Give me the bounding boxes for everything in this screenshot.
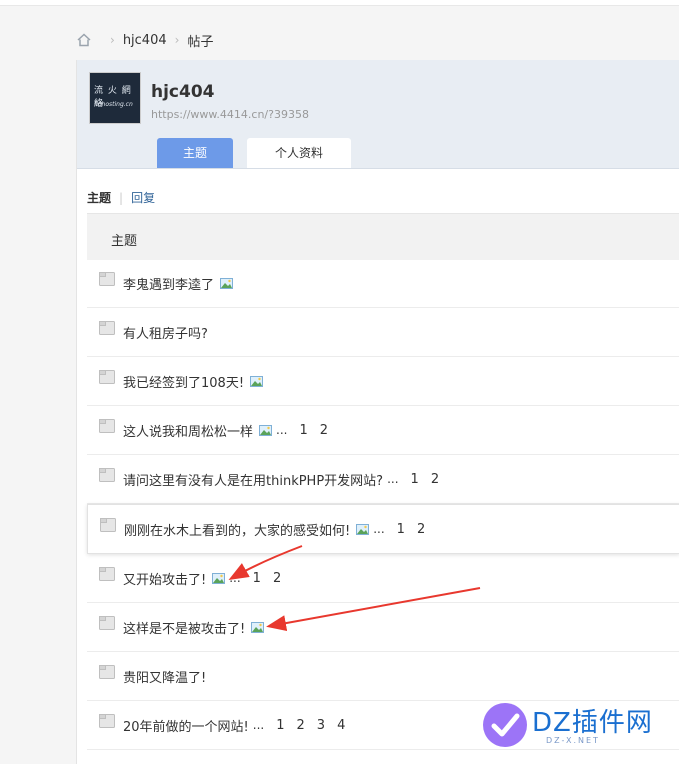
- page-ellipsis: ...: [387, 472, 399, 486]
- top-bar: [0, 0, 679, 6]
- folder-icon: [99, 616, 115, 630]
- table-header: 主题: [87, 213, 679, 260]
- table-row[interactable]: 这人说我和周松松一样... 1 2: [87, 406, 679, 455]
- thread-title[interactable]: 李鬼遇到李逵了: [123, 274, 214, 293]
- avatar-logo-domain: flohosting.cn: [94, 101, 133, 108]
- page-link[interactable]: 2: [297, 718, 305, 733]
- folder-icon: [100, 518, 116, 532]
- page-link[interactable]: 1: [397, 522, 405, 537]
- thread-list: 李鬼遇到李逵了 有人租房子吗? 我已经签到了108天! 这人说我和周松松一样... 1 2…: [87, 259, 679, 750]
- image-attachment-icon: [251, 621, 265, 633]
- folder-icon: [99, 468, 115, 482]
- filter-replies[interactable]: 回复: [131, 191, 155, 205]
- page-ellipsis: ...: [229, 571, 241, 585]
- profile-header: 流 火 網 絡 flohosting.cn hjc404 https://www…: [77, 60, 679, 169]
- page-link[interactable]: 2: [417, 522, 425, 537]
- image-attachment-icon: [259, 424, 273, 436]
- table-row[interactable]: 李鬼遇到李逵了: [87, 259, 679, 308]
- home-icon[interactable]: [76, 32, 92, 48]
- watermark: DZ插件网 DZ-X.NET: [476, 696, 676, 754]
- table-row[interactable]: 又开始攻击了!... 1 2: [87, 554, 679, 603]
- page-ellipsis: ...: [373, 522, 385, 536]
- page-link[interactable]: 2: [320, 423, 328, 438]
- filter-threads[interactable]: 主题: [87, 191, 111, 205]
- page-link[interactable]: 4: [337, 718, 345, 733]
- watermark-logo-icon: [483, 703, 527, 747]
- image-attachment-icon: [250, 375, 264, 387]
- filter-bar: 主题 | 回复: [87, 189, 155, 206]
- username[interactable]: hjc404: [151, 82, 215, 102]
- folder-icon: [99, 419, 115, 433]
- breadcrumb-user[interactable]: hjc404: [123, 33, 167, 48]
- thread-title[interactable]: 又开始攻击了!: [123, 569, 206, 588]
- image-attachment-icon: [220, 277, 234, 289]
- thread-title[interactable]: 请问这里有没有人是在用thinkPHP开发网站?: [123, 470, 383, 489]
- watermark-brand: DZ插件网: [532, 708, 653, 738]
- folder-icon: [99, 321, 115, 335]
- table-row[interactable]: 请问这里有没有人是在用thinkPHP开发网站?... 1 2: [87, 455, 679, 504]
- table-row[interactable]: 贵阳又降温了!: [87, 652, 679, 701]
- thread-title[interactable]: 这样是不是被攻击了!: [123, 618, 245, 637]
- main-panel: 流 火 網 絡 flohosting.cn hjc404 https://www…: [76, 60, 679, 764]
- page-link[interactable]: 2: [273, 571, 281, 586]
- page-ellipsis: ...: [252, 718, 265, 732]
- watermark-domain: DZ-X.NET: [546, 736, 600, 745]
- thread-title[interactable]: 我已经签到了108天!: [123, 372, 244, 391]
- page-link[interactable]: 1: [411, 472, 419, 487]
- thread-title[interactable]: 贵阳又降温了!: [123, 667, 206, 686]
- folder-icon: [99, 665, 115, 679]
- breadcrumb-current: 帖子: [187, 34, 214, 50]
- table-row[interactable]: 刚刚在水木上看到的，大家的感受如何!... 1 2: [87, 504, 679, 554]
- breadcrumb: › hjc404 › 帖子: [76, 30, 213, 50]
- thread-title[interactable]: 20年前做的一个网站!: [123, 716, 249, 735]
- chevron-right-icon: ›: [174, 33, 180, 47]
- page-link[interactable]: 1: [253, 571, 261, 586]
- thread-title[interactable]: 有人租房子吗?: [123, 323, 208, 342]
- avatar[interactable]: 流 火 網 絡 flohosting.cn: [89, 72, 141, 124]
- tab-profile[interactable]: 个人资料: [247, 138, 351, 168]
- page-link[interactable]: 1: [276, 718, 284, 733]
- folder-icon: [99, 370, 115, 384]
- chevron-right-icon: ›: [110, 33, 115, 47]
- folder-icon: [99, 567, 115, 581]
- image-attachment-icon: [356, 523, 370, 535]
- thread-title[interactable]: 这人说我和周松松一样: [123, 421, 253, 440]
- folder-icon: [99, 272, 115, 286]
- image-attachment-icon: [212, 572, 226, 584]
- table-row[interactable]: 这样是不是被攻击了!: [87, 603, 679, 652]
- page-link[interactable]: 2: [431, 472, 439, 487]
- page-link[interactable]: 1: [299, 423, 307, 438]
- table-header-label: 主题: [111, 234, 138, 249]
- thread-title[interactable]: 刚刚在水木上看到的，大家的感受如何!: [124, 520, 350, 539]
- profile-url[interactable]: https://www.4414.cn/?39358: [151, 108, 309, 121]
- table-row[interactable]: 我已经签到了108天!: [87, 357, 679, 406]
- table-row[interactable]: 有人租房子吗?: [87, 308, 679, 357]
- page-ellipsis: ...: [276, 423, 288, 437]
- folder-icon: [99, 714, 115, 728]
- filter-divider: |: [119, 191, 124, 205]
- tab-threads[interactable]: 主题: [157, 138, 233, 168]
- page-link[interactable]: 3: [317, 718, 325, 733]
